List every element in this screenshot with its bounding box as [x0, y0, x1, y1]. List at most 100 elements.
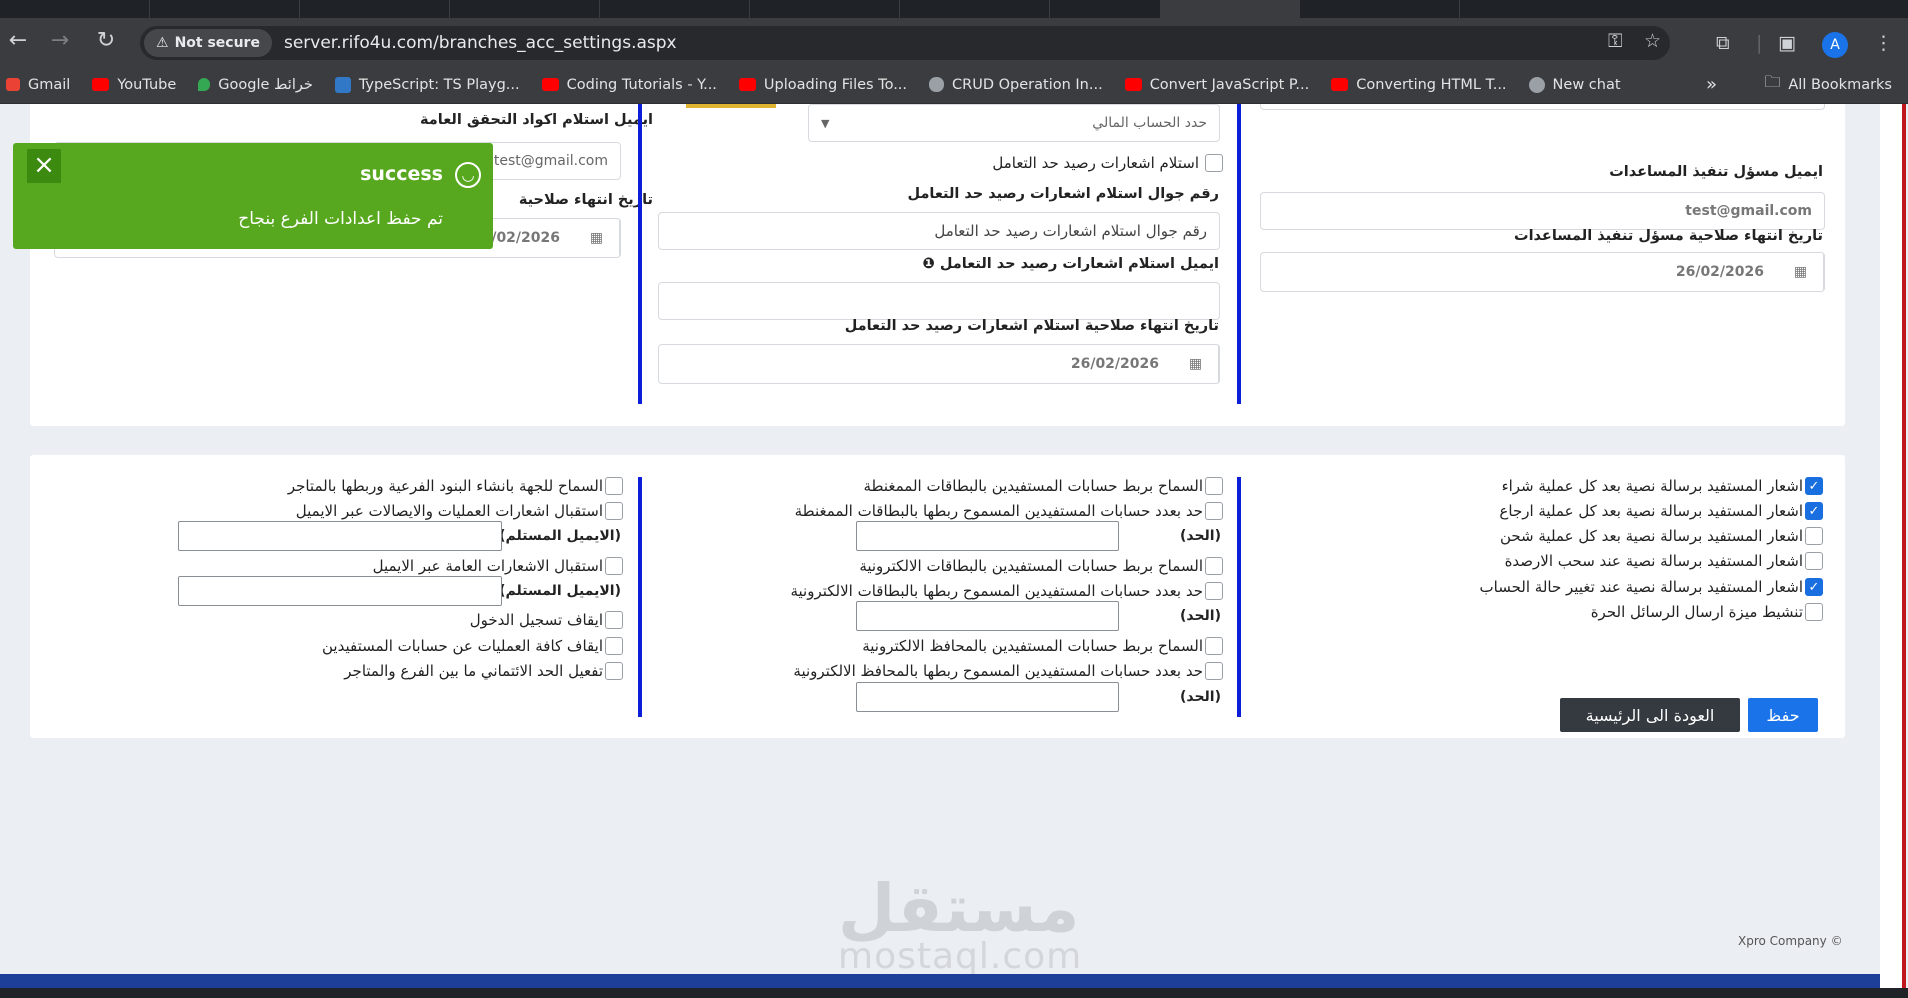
active-browser-tab[interactable] [1160, 0, 1300, 18]
sidepanel-icon[interactable]: ▣ [1778, 32, 1796, 54]
checkbox[interactable] [1205, 637, 1223, 655]
link-wallet-checkbox[interactable]: السماح بربط حسابات المستفيدين بالمحافظ ا… [862, 637, 1223, 655]
url-text[interactable]: server.rifo4u.com/branches_acc_settings.… [284, 33, 677, 53]
bookmark-maps[interactable]: Google خرائط [198, 77, 313, 93]
back-home-button[interactable]: العودة الى الرئيسية [1560, 698, 1740, 732]
phone-input[interactable]: 0550807005 [1260, 104, 1825, 110]
balance-expiry-label: تاريخ انتهاء صلاحية استلام اشعارات رصيد … [844, 318, 1219, 334]
save-button[interactable]: حفظ [1748, 698, 1818, 732]
free-messages-checkbox[interactable]: تنشيط ميزة ارسال الرسائل الحرة [1591, 603, 1823, 621]
notify-withdraw-checkbox[interactable]: اشعار المستفيد برسالة نصية عند سحب الارص… [1505, 552, 1823, 570]
checkbox[interactable] [1805, 603, 1823, 621]
general-email-notify-checkbox[interactable]: استقبال الاشعارات العامة عبر الايميل [373, 557, 623, 575]
email-receipts-checkbox[interactable]: استقبال اشعارات العمليات والايصالات عبر … [296, 502, 623, 520]
checkbox[interactable] [1205, 154, 1223, 172]
youtube-icon [92, 78, 110, 91]
receipts-email-input[interactable] [178, 521, 502, 551]
notify-return-checkbox[interactable]: ✓ اشعار المستفيد برسالة نصية بعد كل عملية… [1499, 502, 1823, 520]
bookmark-gmail[interactable]: Gmail [6, 77, 70, 93]
menu-icon[interactable]: ⋮ [1874, 32, 1893, 54]
notify-purchase-checkbox[interactable]: ✓ اشعار المستفيد برسالة نصية بعد كل عملية… [1502, 477, 1823, 495]
checkbox[interactable] [1205, 557, 1223, 575]
browser-tab[interactable] [1310, 0, 1460, 18]
security-chip[interactable]: ⚠ Not secure [144, 29, 272, 57]
checkbox-label: استقبال اشعارات العمليات والايصالات عبر … [295, 502, 603, 520]
bookmark-converting-html[interactable]: Converting HTML T... [1331, 77, 1507, 93]
address-bar[interactable]: ⚠ Not secure server.rifo4u.com/branches_a… [140, 26, 1670, 60]
checkbox[interactable] [605, 662, 623, 680]
checkbox[interactable]: ✓ [1805, 578, 1823, 596]
checkbox[interactable] [1805, 527, 1823, 545]
reload-icon[interactable]: ↻ [88, 28, 124, 53]
aid-email-input[interactable]: test@gmail.com [1260, 192, 1825, 230]
link-electronic-checkbox[interactable]: السماح بربط حسابات المستفيدين بالبطاقات … [859, 557, 1223, 575]
bookmark-convert-js[interactable]: Convert JavaScript P... [1124, 77, 1309, 93]
balance-expiry-date[interactable]: 26/02/2026 ▦ [658, 344, 1220, 384]
bookmark-new-chat[interactable]: New chat [1528, 76, 1621, 93]
checkbox[interactable] [605, 637, 623, 655]
star-icon[interactable]: ☆ [1644, 30, 1661, 52]
browser-tab[interactable] [150, 0, 300, 18]
back-icon[interactable]: ← [0, 28, 36, 53]
bookmark-label: CRUD Operation In... [952, 76, 1103, 93]
limit-wallet-checkbox[interactable]: حد بعدد حسابات المستفيدين المسموح ربطها … [793, 662, 1223, 680]
bookmark-typescript[interactable]: TypeScript: TS Playg... [334, 76, 520, 93]
checkbox[interactable] [1205, 662, 1223, 680]
limit-magnetic-input[interactable] [856, 521, 1119, 551]
stop-login-checkbox[interactable]: ايقاف تسجيل الدخول [470, 611, 623, 629]
site-icon [929, 77, 945, 92]
browser-tab[interactable] [300, 0, 450, 18]
checkbox-label: اشعار المستفيد برسالة نصية عند سحب الارص… [1504, 552, 1803, 570]
credit-limit-checkbox[interactable]: تفعيل الحد الائتماني ما بين الفرع والمتا… [344, 662, 623, 680]
browser-tab[interactable] [0, 0, 150, 18]
extensions-icon[interactable]: ⧉ [1716, 32, 1730, 54]
checkbox[interactable]: ✓ [1805, 502, 1823, 520]
browser-tab[interactable] [450, 0, 600, 18]
notify-charge-checkbox[interactable]: اشعار المستفيد برسالة نصية بعد كل عملية … [1500, 527, 1823, 545]
checkbox[interactable] [1205, 582, 1223, 600]
limit-wallet-input[interactable] [856, 682, 1119, 712]
key-icon[interactable]: ⚿ [1608, 30, 1622, 52]
link-magnetic-checkbox[interactable]: السماح بربط حسابات المستفيدين بالبطاقات … [863, 477, 1223, 495]
browser-tab[interactable] [900, 0, 1050, 18]
bookmarks-bar: Gmail YouTube Google خرائط TypeScript: T… [0, 66, 1908, 104]
checkbox[interactable] [1205, 477, 1223, 495]
bookmark-crud[interactable]: CRUD Operation In... [929, 77, 1103, 93]
bookmark-youtube[interactable]: YouTube [92, 77, 176, 93]
balance-notification-checkbox[interactable]: استلام اشعارات رصيد حد التعامل [992, 154, 1223, 172]
forward-icon[interactable]: → [42, 28, 78, 53]
youtube-icon [1124, 78, 1142, 91]
sub-items-checkbox[interactable]: السماح للجهة بانشاء البنود الفرعية وربطه… [288, 477, 623, 495]
aid-expiry-date[interactable]: 26/02/2026 ▦ [1260, 252, 1825, 292]
limit-label: (الحد) [1179, 528, 1221, 544]
more-bookmarks-icon[interactable]: » [1706, 74, 1717, 95]
checkbox[interactable] [605, 477, 623, 495]
profile-avatar[interactable]: A [1822, 32, 1848, 58]
bookmark-coding-tutorials[interactable]: Coding Tutorials - Y... [541, 77, 717, 93]
permissions-card: ✓ اشعار المستفيد برسالة نصية بعد كل عملية… [30, 455, 1845, 738]
checkbox[interactable] [605, 611, 623, 629]
all-bookmarks[interactable]: 🗀 All Bookmarks [1764, 71, 1892, 98]
checkbox[interactable] [605, 557, 623, 575]
limit-electronic-checkbox[interactable]: حد بعدد حسابات المستفيدين المسموح ربطها … [790, 582, 1223, 600]
general-notify-email-input[interactable] [178, 576, 502, 606]
checkbox[interactable] [1205, 502, 1223, 520]
limit-electronic-input[interactable] [856, 601, 1119, 631]
calendar-icon[interactable]: ▦ [1778, 253, 1824, 291]
bookmark-uploading-files[interactable]: Uploading Files To... [738, 77, 907, 93]
browser-tab[interactable] [750, 0, 900, 18]
stop-operations-checkbox[interactable]: ايقاف كافة العمليات عن حسابات المستفيدين [322, 637, 623, 655]
limit-magnetic-checkbox[interactable]: حد بعدد حسابات المستفيدين المسموح ربطها … [795, 502, 1223, 520]
browser-tab[interactable] [600, 0, 750, 18]
checkbox[interactable] [605, 502, 623, 520]
financial-account-select[interactable]: حدد الحساب المالي ▼ [808, 104, 1220, 142]
column-divider [638, 477, 642, 717]
mobile-input[interactable]: رقم جوال استلام اشعارات رصيد حد التعامل [658, 212, 1220, 250]
calendar-icon[interactable]: ▦ [574, 219, 620, 257]
notify-status-checkbox[interactable]: ✓ اشعار المستفيد برسالة نصية عند تغيير حا… [1480, 578, 1823, 596]
checkbox[interactable]: ✓ [1805, 477, 1823, 495]
checkbox[interactable] [1805, 552, 1823, 570]
balance-email-input[interactable] [658, 282, 1220, 320]
calendar-icon[interactable]: ▦ [1173, 345, 1219, 383]
close-icon[interactable]: × [27, 149, 61, 183]
